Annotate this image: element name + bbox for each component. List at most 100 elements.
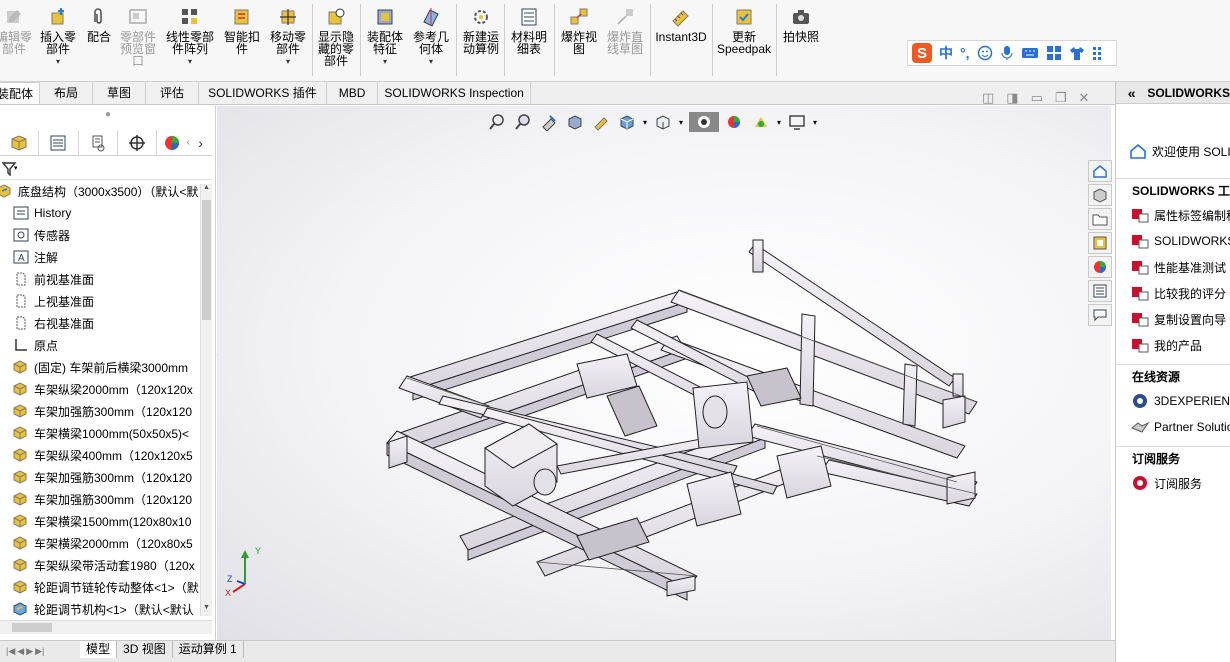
update-speedpak-button[interactable]: 更新 Speedpak [716,6,772,55]
restore-icon[interactable]: ❐ [1055,90,1067,106]
tree-item[interactable]: 轮距调节机构<1>（默认<默认 [0,598,200,620]
toolbox-icon[interactable] [1046,45,1062,61]
tab-assembly[interactable]: 装配体 [0,82,41,104]
tree-root[interactable]: 底盘结构（3000x3500）（默认<默 [0,180,200,202]
custom-properties-tab[interactable] [1088,280,1112,302]
tree-item[interactable]: 车架加强筋300mm（120x120 [0,400,200,422]
collapse-pane-icon[interactable]: « [1116,85,1147,101]
tree-item[interactable]: 轮距调节链轮传动整体<1>（默 [0,576,200,598]
tree-item[interactable]: History [0,202,200,224]
grid-menu-icon[interactable] [1092,45,1106,61]
tree-filter[interactable]: ▾ [0,158,212,180]
scroll-up-icon[interactable]: ▲ [201,184,212,191]
chassis-assembly-model[interactable] [217,106,1111,640]
last-tab-icon[interactable]: ▶| [35,646,44,657]
ime-mode-label[interactable]: 中 [939,43,953,63]
chevron-down-icon[interactable]: ▾ [14,164,18,172]
tab-motion-study[interactable]: 运动算例 1 [173,641,244,658]
online-resource-link[interactable]: Partner Solutio [1116,414,1230,440]
insert-components-button[interactable]: 插入零 部件 ▾ [38,6,78,68]
configuration-manager-tab[interactable] [79,130,118,156]
microphone-icon[interactable] [1000,45,1014,61]
tab-3d-views[interactable]: 3D 视图 [117,641,173,658]
chevron-down-icon[interactable]: ▾ [383,56,387,68]
chevron-down-icon[interactable]: ▾ [56,56,60,68]
home-tab[interactable] [1088,160,1112,182]
tree-vertical-scrollbar[interactable]: ▲ ▼ [200,184,212,616]
ime-toolbar[interactable]: S 中 °, [907,40,1117,66]
online-resource-link[interactable]: 3DEXPERIENCE [1116,388,1230,414]
chevron-right-icon[interactable]: › [198,130,212,155]
tree-item[interactable]: 车架纵梁400mm（120x120x5 [0,444,200,466]
prev-tab-icon[interactable]: ◀ [17,646,24,657]
window-nav-back-icon[interactable]: ◫ [982,90,994,106]
tree-item[interactable]: 车架横梁1500mm(120x80x10 [0,510,200,532]
tab-solidworks-addins[interactable]: SOLIDWORKS 插件 [199,82,327,104]
show-hidden-components-button[interactable]: 显示隐 藏的零 部件 [316,6,356,67]
property-manager-tab[interactable] [39,130,79,156]
assembly-features-button[interactable]: 装配体 特征 ▾ [364,6,406,68]
tree-horizontal-scrollbar[interactable] [0,620,212,634]
tool-link[interactable]: 属性标签编制程 [1116,202,1230,228]
exploded-view-button[interactable]: 爆炸视 图 [558,6,600,55]
design-library-tab[interactable] [1088,232,1112,254]
chevron-down-icon[interactable]: ▾ [429,56,433,68]
ime-punct-label[interactable]: °, [960,45,970,61]
tool-link[interactable]: 复制设置向导 [1116,306,1230,332]
component-preview-window-button[interactable]: 零部件 预览窗 口 [118,6,158,67]
forum-tab[interactable] [1088,304,1112,326]
tree-item[interactable]: 车架横梁2000mm（120x80x5 [0,532,200,554]
panel-grip[interactable]: ● [0,106,216,126]
tree-item[interactable]: 前视基准面 [0,268,200,290]
tool-link[interactable]: 性能基准测试 [1116,254,1230,280]
tool-link[interactable]: SOLIDWORKS Rx [1116,228,1230,254]
graphics-area[interactable]: ▾ ▾ ▾ ▾ Y X Z [217,106,1111,640]
display-manager-tab[interactable] [157,130,186,156]
appearances-tab[interactable] [1088,256,1112,278]
minimize-icon[interactable]: ▭ [1031,90,1043,106]
skin-shirt-icon[interactable] [1069,45,1085,61]
tree-item[interactable]: 车架纵梁2000mm（120x120x [0,378,200,400]
tree-item[interactable]: 车架加强筋300mm（120x120 [0,466,200,488]
edit-component-button[interactable]: 编辑零 部件 [0,6,34,55]
tab-mbd[interactable]: MBD [326,82,379,104]
tab-scroll-arrows[interactable]: |◀ ◀ ▶ ▶| [0,641,80,662]
dimxpert-manager-tab[interactable] [118,130,158,156]
mate-button[interactable]: 配合 [82,6,116,43]
close-icon[interactable]: ✕ [1079,90,1090,106]
scrollbar-thumb[interactable] [202,200,211,320]
move-component-button[interactable]: 移动零 部件 ▾ [268,6,308,68]
scrollbar-thumb[interactable] [12,623,52,632]
tree-item[interactable]: 车架纵梁带活动套1980（120x [0,554,200,576]
tree-item[interactable]: 右视基准面 [0,312,200,334]
take-snapshot-button[interactable]: 拍快照 [780,6,822,43]
keyboard-icon[interactable] [1021,46,1039,60]
tree-item[interactable]: 原点 [0,334,200,356]
chevron-down-icon[interactable]: ▾ [286,56,290,68]
tree-item[interactable]: 车架横梁1000mm(50x50x5)< [0,422,200,444]
new-motion-study-button[interactable]: 新建运 动算例 [460,6,502,55]
tab-evaluate[interactable]: 评估 [146,82,200,104]
file-explorer-tab[interactable] [1088,208,1112,230]
first-tab-icon[interactable]: |◀ [6,646,15,657]
tree-item[interactable]: 车架加强筋300mm（120x120 [0,488,200,510]
resources-tab[interactable] [1088,184,1112,206]
tool-link[interactable]: 我的产品 [1116,332,1230,358]
instant3d-button[interactable]: Instant3D [654,6,708,43]
smart-fasteners-button[interactable]: 智能扣 件 [222,6,262,55]
tree-item[interactable]: A 注解 [0,246,200,268]
tree-item[interactable]: 传感器 [0,224,200,246]
window-nav-forward-icon[interactable]: ◨ [1006,90,1018,106]
explode-line-sketch-button[interactable]: 爆炸直 线草图 [604,6,646,55]
tab-solidworks-inspection[interactable]: SOLIDWORKS Inspection [378,82,531,104]
subscription-link[interactable]: 订阅服务 [1116,470,1230,496]
tab-layout[interactable]: 布局 [40,82,94,104]
feature-manager-tab[interactable] [0,130,40,156]
emoji-icon[interactable] [977,45,993,61]
tab-sketch[interactable]: 草图 [93,82,147,104]
bill-of-materials-button[interactable]: 材料明 细表 [508,6,550,55]
welcome-link[interactable]: 欢迎使用 SOLI [1116,138,1230,164]
linear-component-pattern-button[interactable]: 线性零部 件阵列 ▾ [164,6,216,68]
scroll-down-icon[interactable]: ▼ [203,604,210,611]
chevron-left-icon[interactable]: ‹ [187,130,199,155]
